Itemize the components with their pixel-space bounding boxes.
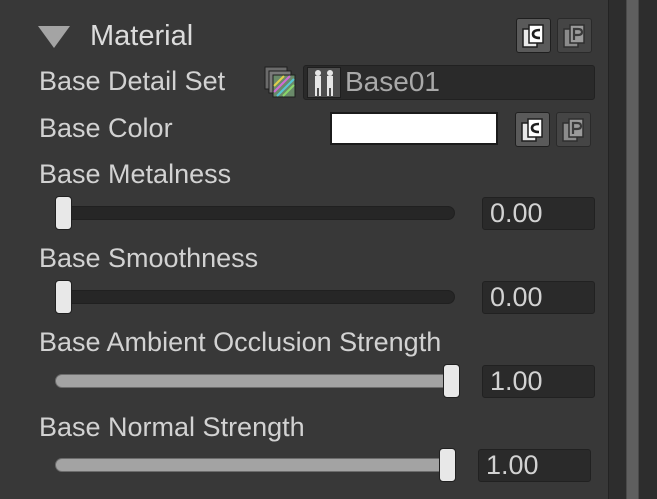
base-normal-strength-slider-thumb[interactable] [439, 448, 456, 482]
base-metalness-input[interactable]: 0.00 [482, 197, 595, 230]
paste-icon [562, 23, 585, 48]
paste-material-button[interactable] [557, 18, 592, 53]
base-ao-strength-input[interactable]: 1.00 [482, 365, 595, 398]
base-ao-strength-slider-thumb[interactable] [443, 364, 460, 398]
base-ao-strength-label: Base Ambient Occlusion Strength [39, 327, 442, 357]
base-color-label: Base Color [39, 113, 173, 143]
base-smoothness-slider-thumb[interactable] [55, 280, 72, 314]
foldout-arrow-icon[interactable] [38, 26, 70, 48]
section-title: Material [90, 19, 194, 52]
asset-preview-icon [307, 67, 341, 98]
material-foldout[interactable]: Material [38, 14, 193, 58]
base-ao-strength-slider-track[interactable] [55, 374, 455, 388]
copy-color-button[interactable] [515, 112, 550, 147]
base-metalness-slider-track[interactable] [55, 206, 455, 220]
scrollbar-thumb[interactable] [626, 0, 639, 499]
copy-icon [520, 117, 543, 142]
detail-texture-icon [264, 66, 296, 99]
material-inspector: Material Base Detail Set Base01 Base Col… [0, 0, 657, 499]
base-normal-strength-label: Base Normal Strength [39, 412, 305, 442]
base-normal-strength-input[interactable]: 1.00 [478, 449, 591, 482]
copy-icon [521, 23, 544, 48]
paste-color-button[interactable] [556, 112, 591, 147]
base-metalness-slider-thumb[interactable] [55, 196, 72, 230]
base-smoothness-label: Base Smoothness [39, 243, 259, 273]
base-smoothness-input[interactable]: 0.00 [482, 281, 595, 314]
paste-icon [561, 117, 584, 142]
base-detail-set-value: Base01 [345, 66, 440, 97]
base-smoothness-slider-track[interactable] [55, 290, 455, 304]
base-color-swatch[interactable] [330, 112, 498, 145]
copy-material-button[interactable] [516, 18, 551, 53]
base-metalness-label: Base Metalness [39, 159, 232, 189]
base-detail-set-label: Base Detail Set [39, 66, 226, 96]
base-normal-strength-slider-track[interactable] [55, 458, 452, 472]
